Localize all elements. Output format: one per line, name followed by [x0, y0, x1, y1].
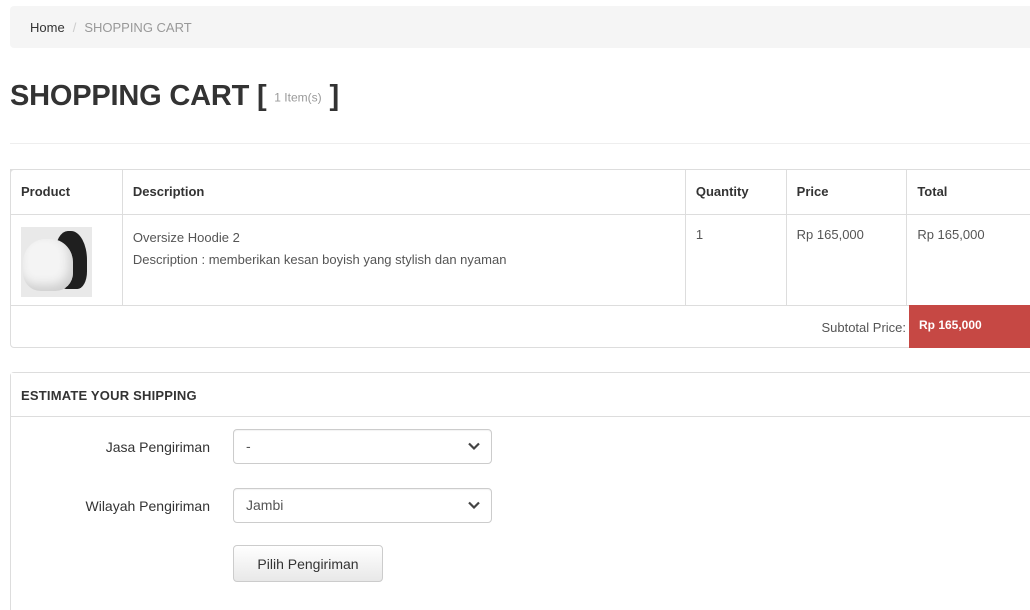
header-quantity: Quantity [684, 169, 787, 215]
courier-select-value: - [246, 438, 251, 454]
product-price: Rp 165,000 [785, 214, 908, 306]
cart-header-row: Product Description Quantity Price Total [10, 169, 1030, 215]
product-description-cell: Oversize Hoodie 2 Description : memberik… [121, 214, 686, 306]
breadcrumb-separator: / [72, 19, 77, 35]
product-name[interactable]: Oversize Hoodie 2 [133, 227, 675, 249]
product-description: Description : memberikan kesan boyish ya… [132, 252, 507, 267]
shipping-heading: ESTIMATE YOUR SHIPPING [11, 373, 1030, 417]
product-quantity: 1 [684, 214, 787, 306]
breadcrumb: Home / SHOPPING CART [10, 6, 1030, 48]
cart-panel: Product Description Quantity Price Total… [10, 169, 1030, 348]
header-total: Total [906, 169, 1030, 215]
chevron-down-icon [468, 442, 480, 451]
cart-table: Product Description Quantity Price Total… [10, 169, 1030, 306]
region-select[interactable]: Jambi [233, 488, 492, 523]
product-total: Rp 165,000 [906, 214, 1030, 306]
subtotal-value: Rp 165,000 [909, 305, 1030, 348]
page-title: SHOPPING CART [ 1 Item(s) ] [10, 80, 339, 113]
shipping-panel: ESTIMATE YOUR SHIPPING Jasa Pengiriman -… [10, 372, 1030, 610]
chevron-down-icon [468, 501, 480, 510]
subtotal-label: Subtotal Price: [821, 320, 906, 335]
product-image-cell [10, 214, 123, 306]
item-count: 1 Item(s) [274, 90, 322, 105]
page-title-text: SHOPPING CART [ [10, 80, 267, 112]
header-product: Product [10, 169, 123, 215]
header-price: Price [785, 169, 908, 215]
subtotal-row: Subtotal Price: Rp 165,000 [11, 305, 1030, 348]
region-select-value: Jambi [246, 497, 284, 513]
page-title-close: ] [329, 80, 339, 112]
table-row: Oversize Hoodie 2 Description : memberik… [10, 214, 1030, 306]
breadcrumb-current: SHOPPING CART [84, 19, 192, 35]
choose-shipping-button[interactable]: Pilih Pengiriman [233, 545, 383, 582]
product-thumbnail[interactable] [21, 227, 92, 297]
header-description: Description [121, 169, 686, 215]
divider [10, 143, 1030, 144]
region-label: Wilayah Pengiriman [85, 498, 211, 514]
breadcrumb-home-link[interactable]: Home [30, 20, 65, 35]
courier-label: Jasa Pengiriman [105, 439, 210, 455]
courier-select[interactable]: - [233, 429, 492, 464]
